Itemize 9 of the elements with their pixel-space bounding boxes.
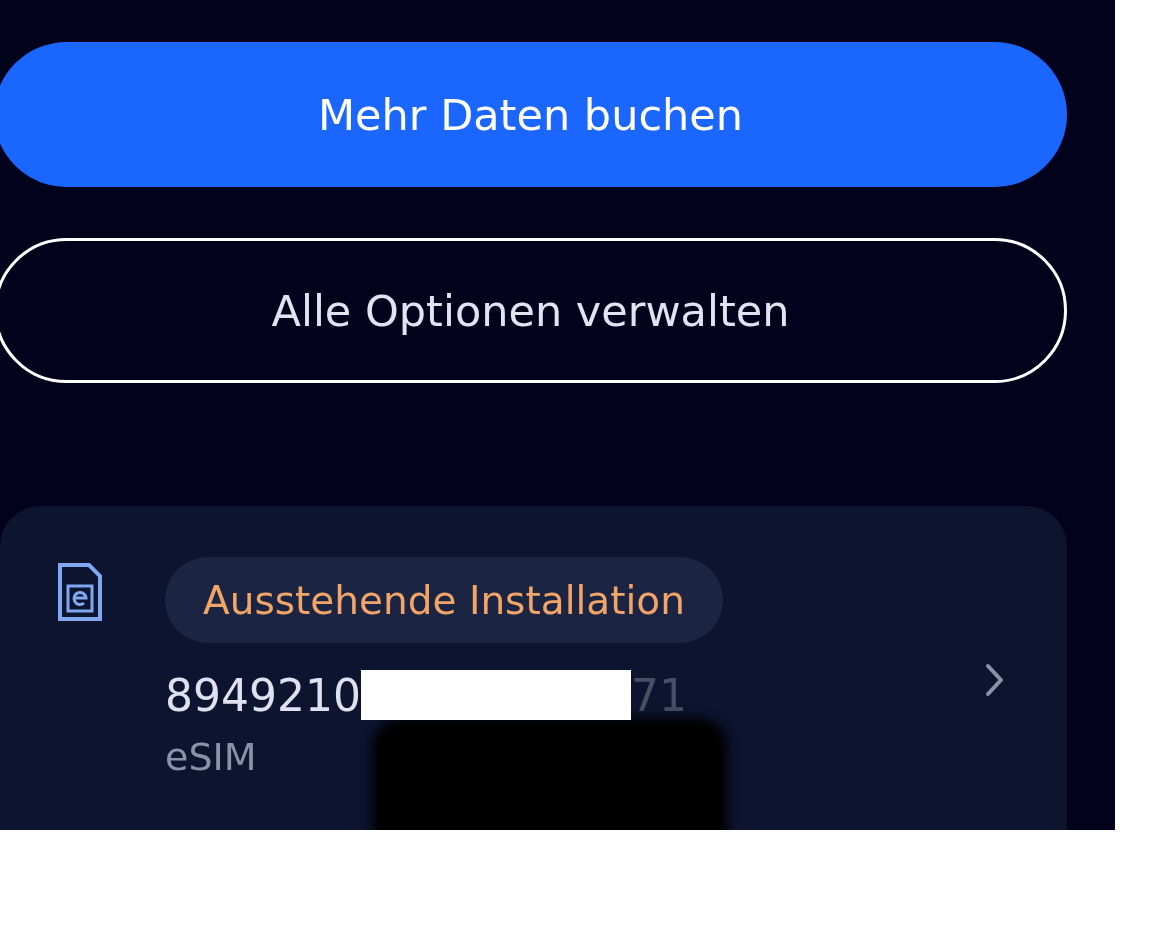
esim-icon: [57, 562, 103, 622]
sim-number-end: 71: [630, 669, 687, 721]
chevron-right-icon: [985, 663, 1005, 697]
status-badge: Ausstehende Installation: [165, 557, 723, 643]
manage-options-button[interactable]: Alle Optionen verwalten: [0, 238, 1067, 383]
sim-type-label: eSIM: [165, 735, 257, 779]
sim-number: 8949210: [165, 669, 361, 721]
book-data-button[interactable]: Mehr Daten buchen: [0, 42, 1067, 187]
esim-card[interactable]: Ausstehende Installation 8949210 71 eSIM: [0, 506, 1067, 830]
